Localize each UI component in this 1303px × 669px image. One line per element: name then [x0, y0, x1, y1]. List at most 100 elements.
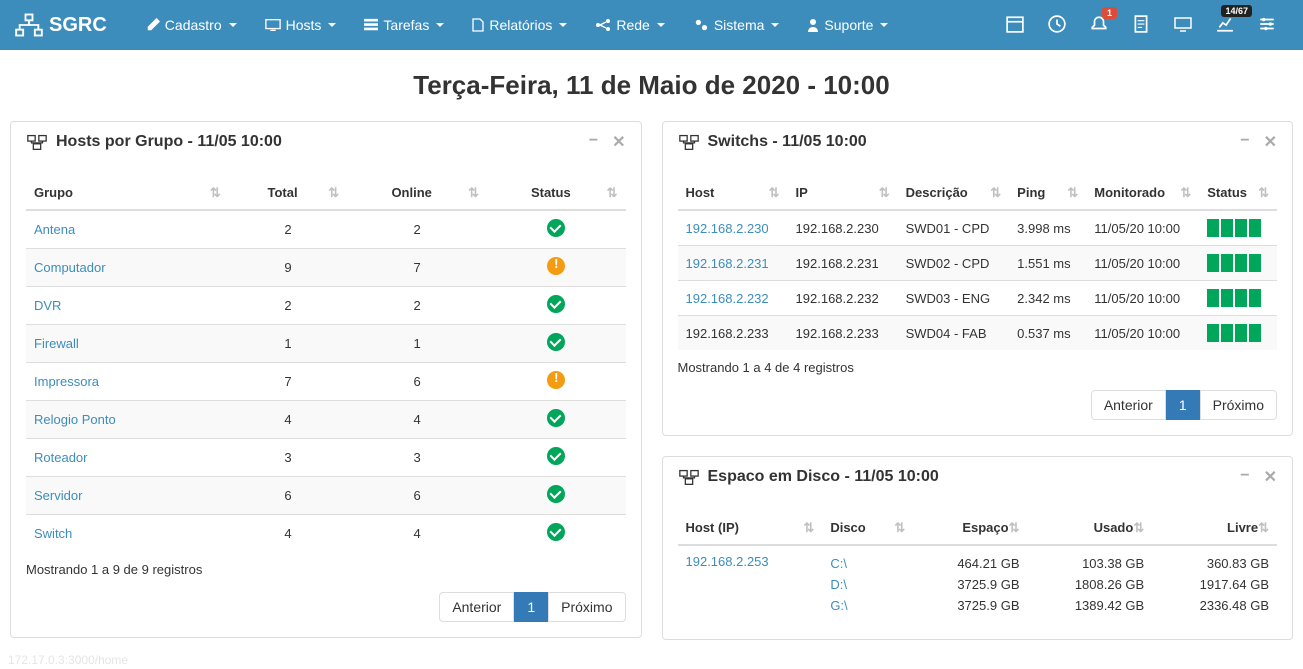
icon-calendar[interactable]: [994, 2, 1036, 49]
page-current[interactable]: 1: [1166, 390, 1200, 420]
file-icon: [472, 18, 484, 32]
col-mon[interactable]: Monitorado⇅: [1086, 177, 1199, 210]
brand-logo[interactable]: SGRC: [15, 13, 107, 37]
col-status[interactable]: Status⇅: [487, 177, 625, 210]
caret-icon: [328, 23, 336, 27]
page-current[interactable]: 1: [514, 592, 548, 622]
col-ip[interactable]: IP⇅: [788, 177, 898, 210]
records-info: Mostrando 1 a 9 de 9 registros: [26, 552, 626, 587]
col-disco[interactable]: Disco⇅: [822, 512, 913, 545]
pagination: Anterior 1 Próximo: [26, 592, 626, 622]
disk-link[interactable]: C:\: [830, 556, 847, 571]
status-ok-icon: [547, 523, 565, 541]
host-link[interactable]: 192.168.2.253: [686, 554, 769, 569]
grupo-link[interactable]: Firewall: [34, 336, 79, 351]
cell-total: 3: [229, 439, 347, 477]
menu-cadastro[interactable]: Cadastro: [132, 2, 251, 48]
status-warn-icon: [547, 371, 565, 389]
panel-title-text: Espaco em Disco - 11/05 10:00: [708, 468, 939, 486]
cell-grupo: Relogio Ponto: [26, 401, 229, 439]
records-info: Mostrando 1 a 4 de 4 registros: [678, 350, 1278, 385]
icon-bell[interactable]: 1: [1078, 2, 1120, 49]
cell-total: 7: [229, 363, 347, 401]
disk-link[interactable]: D:\: [830, 577, 847, 592]
host-link[interactable]: 192.168.2.230: [686, 221, 769, 236]
tasks-icon: [364, 18, 378, 32]
icon-monitor[interactable]: [1162, 2, 1204, 49]
share-icon: [595, 18, 611, 32]
cell-status: [487, 249, 625, 287]
table-row: DVR22: [26, 287, 626, 325]
host-link[interactable]: 192.168.2.231: [686, 256, 769, 271]
icon-chart[interactable]: 14/67: [1204, 2, 1246, 49]
cell-grupo: DVR: [26, 287, 229, 325]
grupo-link[interactable]: Computador: [34, 260, 106, 275]
grupo-link[interactable]: Switch: [34, 526, 72, 541]
grupo-link[interactable]: DVR: [34, 298, 61, 313]
col-host[interactable]: Host⇅: [678, 177, 788, 210]
cell-mon: 11/05/20 10:00: [1086, 281, 1199, 316]
cell-ip: 192.168.2.232: [788, 281, 898, 316]
col-hostip[interactable]: Host (IP)⇅: [678, 512, 823, 545]
page-prev[interactable]: Anterior: [1091, 390, 1166, 420]
cell-host: 192.168.2.231: [678, 246, 788, 281]
icon-settings[interactable]: [1246, 2, 1288, 49]
table-row: 192.168.2.231192.168.2.231SWD02 - CPD1.5…: [678, 246, 1278, 281]
col-desc[interactable]: Descrição⇅: [898, 177, 1010, 210]
grupo-link[interactable]: Impressora: [34, 374, 99, 389]
menu-relatorios[interactable]: Relatórios: [458, 2, 581, 48]
cell-online: 1: [347, 325, 487, 363]
grupo-link[interactable]: Servidor: [34, 488, 82, 503]
grupo-link[interactable]: Relogio Ponto: [34, 412, 116, 427]
status-bars-icon: [1207, 219, 1269, 237]
menu-sistema[interactable]: Sistema: [679, 2, 794, 48]
minimize-button[interactable]: −: [1240, 132, 1249, 152]
cell-online: 4: [347, 515, 487, 553]
status-ok-icon: [547, 219, 565, 237]
col-total[interactable]: Total⇅: [229, 177, 347, 210]
minimize-button[interactable]: −: [1240, 467, 1249, 487]
sort-icon: ⇅: [468, 185, 479, 201]
page-next[interactable]: Próximo: [1200, 390, 1277, 420]
col-usado[interactable]: Usado⇅: [1027, 512, 1152, 545]
disk-link[interactable]: G:\: [830, 598, 847, 613]
page-prev[interactable]: Anterior: [439, 592, 514, 622]
minimize-button[interactable]: −: [589, 132, 598, 152]
close-button[interactable]: ✕: [1264, 467, 1277, 487]
caret-icon: [229, 23, 237, 27]
cell-status: [487, 363, 625, 401]
col-online[interactable]: Online⇅: [347, 177, 487, 210]
grupo-link[interactable]: Antena: [34, 222, 75, 237]
cell-grupo: Impressora: [26, 363, 229, 401]
col-status[interactable]: Status⇅: [1199, 177, 1277, 210]
col-espaco[interactable]: Espaço⇅: [913, 512, 1027, 545]
caret-icon: [657, 23, 665, 27]
cell-online: 6: [347, 363, 487, 401]
cell-ip: 192.168.2.230: [788, 210, 898, 246]
menu-suporte[interactable]: Suporte: [793, 2, 902, 48]
cell-ping: 2.342 ms: [1009, 281, 1086, 316]
table-row: Firewall11: [26, 325, 626, 363]
close-button[interactable]: ✕: [1264, 132, 1277, 152]
icon-doc[interactable]: [1120, 2, 1162, 49]
menu-rede[interactable]: Rede: [581, 2, 678, 48]
nav-right-icons: 1 14/67: [994, 2, 1288, 49]
status-bars-icon: [1207, 324, 1269, 342]
cell-status: [487, 477, 625, 515]
page-next[interactable]: Próximo: [548, 592, 625, 622]
menu-tarefas[interactable]: Tarefas: [350, 2, 458, 48]
cell-status: [1199, 281, 1277, 316]
col-ping[interactable]: Ping⇅: [1009, 177, 1086, 210]
cell-status: [487, 439, 625, 477]
icon-clock[interactable]: [1036, 2, 1078, 49]
table-row: 192.168.2.233192.168.2.233SWD04 - FAB0.5…: [678, 316, 1278, 351]
col-grupo[interactable]: Grupo⇅: [26, 177, 229, 210]
host-link[interactable]: 192.168.2.232: [686, 291, 769, 306]
grupo-link[interactable]: Roteador: [34, 450, 87, 465]
status-ok-icon: [547, 485, 565, 503]
page-title: Terça-Feira, 11 de Maio de 2020 - 10:00: [0, 50, 1303, 121]
close-button[interactable]: ✕: [612, 132, 625, 152]
table-row: Servidor66: [26, 477, 626, 515]
menu-hosts[interactable]: Hosts: [251, 2, 351, 48]
col-livre[interactable]: Livre⇅: [1152, 512, 1277, 545]
